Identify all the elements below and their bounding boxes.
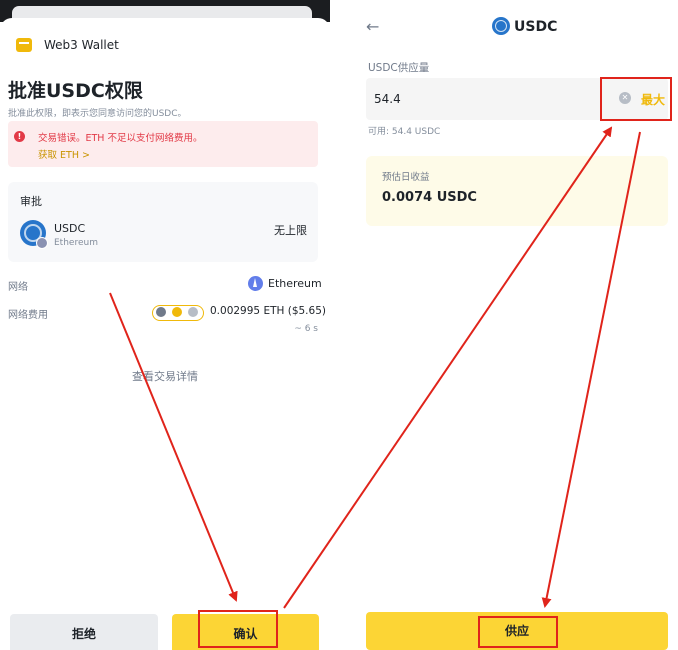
flame-icon [172, 307, 182, 317]
page-title: 批准USDC权限 [8, 80, 143, 102]
wallet-icon [16, 38, 32, 52]
approval-limit: 无上限 [274, 224, 307, 237]
reject-button[interactable]: 拒绝 [10, 614, 158, 650]
token-name: USDC [54, 222, 86, 235]
supply-highlight-box [478, 616, 558, 648]
available-balance: 可用: 54.4 USDC [368, 127, 441, 137]
lightning-icon [188, 307, 198, 317]
page-subtitle: 批准此权限，即表示您同意访问您的USDC。 [8, 109, 187, 119]
approve-screen: Web3 Wallet 批准USDC权限 批准此权限，即表示您同意访问您的USD… [0, 0, 330, 650]
fee-time-estimate: ~ 6 s [294, 324, 318, 334]
confirm-highlight-box [198, 610, 278, 648]
max-highlight-box [600, 77, 672, 121]
back-arrow-icon[interactable]: ← [366, 17, 379, 36]
approval-label: 审批 [20, 195, 42, 208]
network-fee-label: 网络费用 [8, 310, 48, 321]
header-title: USDC [514, 19, 558, 35]
wallet-name: Web3 Wallet [44, 38, 119, 52]
usdc-header-icon [492, 17, 510, 35]
fee-speed-selector[interactable] [152, 305, 204, 321]
view-transaction-details-link[interactable]: 查看交易详情 [0, 368, 330, 384]
network-value: Ethereum [268, 277, 322, 290]
network-fee-value: 0.002995 ETH ($5.65) [210, 305, 326, 317]
daily-earnings-value: 0.0074 USDC [382, 190, 477, 205]
supply-amount-input[interactable] [374, 89, 574, 109]
ethereum-icon [248, 276, 263, 291]
get-eth-link[interactable]: 获取 ETH > [38, 147, 90, 161]
ethereum-badge-icon [36, 237, 48, 249]
error-message: 交易错误。ETH 不足以支付网络费用。 [38, 133, 203, 144]
daily-earnings-label: 预估日收益 [382, 172, 430, 183]
error-icon: ! [14, 131, 25, 142]
clock-icon [156, 307, 166, 317]
supply-amount-label: USDC供应量 [368, 62, 430, 74]
network-label: 网络 [8, 282, 28, 293]
token-chain: Ethereum [54, 238, 98, 248]
